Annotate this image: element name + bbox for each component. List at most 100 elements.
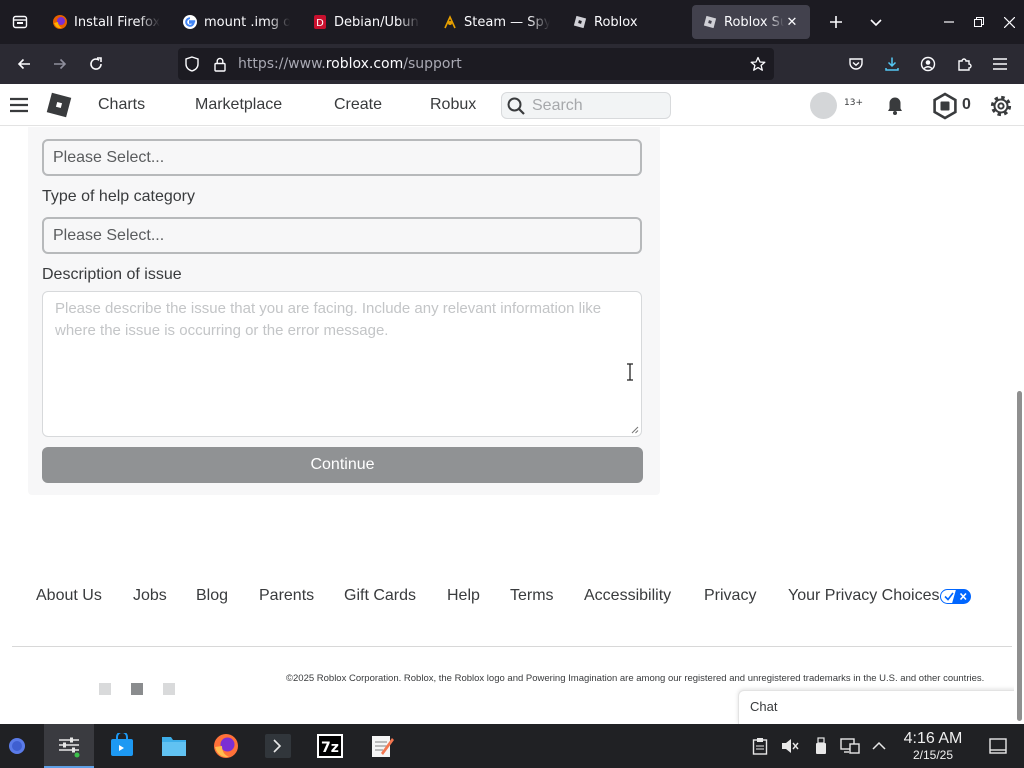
nav-create[interactable]: Create [334,84,382,126]
age-badge: 13+ [844,98,863,108]
footer-divider [12,646,1012,647]
legal-copyright: ©2025 Roblox Corporation. Roblox, the Ro… [286,673,985,684]
url-bar[interactable]: https://www.roblox.com/support [178,48,774,80]
taskbar-system-settings[interactable] [44,724,94,768]
taskbar-firefox[interactable] [201,724,251,768]
extensions-puzzle-icon[interactable] [946,48,982,80]
social-link-icon[interactable] [163,683,175,695]
chat-label: Chat [750,699,778,714]
taskbar-7zip[interactable]: 7z [305,724,355,768]
list-all-tabs-icon[interactable] [856,0,896,44]
description-textarea-wrapper [42,291,642,437]
footer-link-about-us[interactable]: About Us [36,587,102,605]
taskbar-terminal[interactable] [253,724,303,768]
terminal-icon [265,734,291,758]
footer-link-gift-cards[interactable]: Gift Cards [344,587,416,605]
scrollbar-thumb[interactable] [1017,391,1022,721]
footer-link-blog[interactable]: Blog [196,587,228,605]
minimize-icon[interactable] [934,0,964,44]
hamburger-menu-icon[interactable] [8,94,30,116]
roblox-header: Charts Marketplace Create Robux 13+ 0 [0,84,1024,126]
tab-title: Roblox Sup [724,14,784,30]
app-launcher-icon[interactable] [8,737,26,755]
tab-roblox[interactable]: Roblox [562,5,690,39]
show-desktop-icon[interactable] [988,736,1008,756]
support-page: Please Select... Type of help category P… [0,127,1014,724]
footer-link-parents[interactable]: Parents [259,587,314,605]
tab-steam[interactable]: Steam — Spy [432,5,560,39]
file-manager-icon [162,737,186,756]
new-tab-icon[interactable] [816,0,856,44]
select-placeholder: Please Select... [53,226,165,244]
firefox-view-icon[interactable] [0,0,40,44]
browser-tab-strip: Install Firefox mount .img o D Debian/Ub… [0,0,1024,44]
forward-arrow-icon[interactable] [42,48,78,80]
header-search[interactable] [501,92,671,119]
url-text[interactable]: https://www.roblox.com/support [238,56,744,72]
tab-mount-img[interactable]: mount .img o [172,5,300,39]
tracking-protection-shield-icon[interactable] [178,48,206,80]
taskbar-clock[interactable]: 4:16 AM 2/15/25 [896,730,970,762]
steam-icon [442,14,458,30]
help-category-select[interactable]: Please Select... [42,217,642,254]
notifications-bell-icon[interactable] [883,93,907,117]
bookmark-star-icon[interactable] [744,48,772,80]
downloads-icon[interactable] [874,48,910,80]
nav-robux[interactable]: Robux [430,84,476,126]
show-hidden-icons-chevron-up-icon[interactable] [869,736,889,756]
taskbar-text-editor[interactable] [357,724,407,768]
nav-charts[interactable]: Charts [98,84,145,126]
help-subcategory-select[interactable]: Please Select... [42,139,642,176]
nav-marketplace[interactable]: Marketplace [195,84,282,126]
account-icon[interactable] [910,48,946,80]
footer-links: About Us Jobs Blog Parents Gift Cards He… [0,587,1014,611]
footer-link-jobs[interactable]: Jobs [133,587,167,605]
7zip-icon: 7z [317,734,343,758]
chat-panel[interactable]: Chat [738,690,1020,724]
select-placeholder: Please Select... [53,148,165,166]
page-scrollbar[interactable] [1014,127,1024,724]
description-textarea[interactable] [55,298,629,430]
pocket-icon[interactable] [838,48,874,80]
avatar[interactable] [810,92,837,119]
footer-link-accessibility[interactable]: Accessibility [584,587,671,605]
reload-icon[interactable] [78,48,114,80]
settings-gear-icon[interactable] [987,92,1015,120]
taskbar-file-manager[interactable] [149,724,199,768]
roblox-icon [702,14,718,30]
tab-title: Steam — Spy [464,14,550,30]
restore-icon[interactable] [964,0,994,44]
roblox-logo-icon[interactable] [45,91,73,119]
firefox-icon [214,734,238,758]
tab-title: Install Firefox [74,14,160,30]
search-input[interactable] [532,96,662,115]
close-tab-icon[interactable]: ✕ [784,15,800,30]
robux-balance: 0 [962,96,971,113]
taskbar-discover[interactable] [97,724,147,768]
social-link-icon[interactable] [99,683,111,695]
roblox-icon [572,14,588,30]
social-link-icon[interactable] [131,683,143,695]
robux-icon[interactable] [931,92,959,120]
close-window-icon[interactable] [994,0,1024,44]
back-arrow-icon[interactable] [6,48,42,80]
clock-time: 4:16 AM [903,730,963,747]
lock-icon[interactable] [206,48,234,80]
continue-button[interactable]: Continue [42,447,643,483]
resize-grip-icon[interactable] [630,425,639,434]
footer-link-terms[interactable]: Terms [510,587,554,605]
footer-link-privacy[interactable]: Privacy [704,587,756,605]
tab-debian-ubuntu[interactable]: D Debian/Ubun [302,5,430,39]
tab-roblox-support[interactable]: Roblox Sup ✕ [692,5,810,39]
clipboard-icon[interactable] [750,736,770,756]
footer-link-privacy-choices[interactable]: Your Privacy Choices [788,587,939,605]
privacy-choices-toggle-icon[interactable] [940,589,971,604]
app-menu-icon[interactable] [982,48,1018,80]
footer-link-help[interactable]: Help [447,587,480,605]
removable-device-icon[interactable] [811,736,831,756]
network-wired-icon[interactable] [840,736,860,756]
system-settings-icon [59,737,80,758]
tab-install-firefox[interactable]: Install Firefox [42,5,170,39]
google-icon [182,14,198,30]
volume-muted-icon[interactable] [780,736,800,756]
